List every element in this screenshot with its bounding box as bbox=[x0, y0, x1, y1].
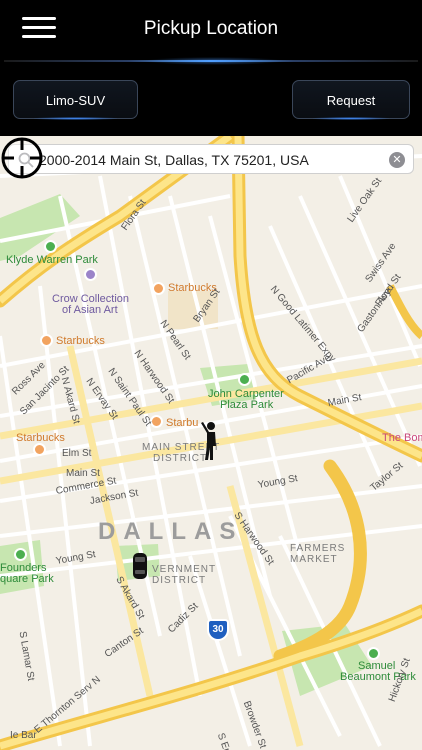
park-icon bbox=[44, 240, 57, 253]
street-label: Main St bbox=[66, 468, 100, 479]
park-icon bbox=[238, 373, 251, 386]
map-label: quare Park bbox=[0, 573, 54, 585]
district-label: MARKET bbox=[290, 554, 338, 565]
coffee-icon bbox=[152, 282, 165, 295]
vehicle-type-button[interactable]: Limo-SUV bbox=[13, 80, 138, 120]
address-text: 2000-2014 Main St, Dallas, TX 75201, USA bbox=[39, 152, 309, 168]
district-label: DISTRICT bbox=[152, 575, 207, 586]
map-label: Starbu bbox=[166, 417, 199, 429]
pickup-person-icon[interactable] bbox=[198, 420, 224, 462]
interstate-shield-icon: 30 bbox=[207, 619, 229, 641]
map-label: Plaza Park bbox=[220, 399, 274, 411]
map-label: of Asian Art bbox=[62, 304, 118, 316]
park-icon bbox=[367, 647, 380, 660]
page-title: Pickup Location bbox=[143, 18, 279, 39]
park-icon bbox=[14, 548, 27, 561]
museum-icon bbox=[84, 268, 97, 281]
street-label: Ie Bar bbox=[10, 730, 37, 741]
street-label: Elm St bbox=[62, 448, 92, 459]
coffee-icon bbox=[40, 334, 53, 347]
header-divider bbox=[4, 57, 418, 65]
district-label: FARMERS bbox=[290, 543, 346, 554]
clear-icon[interactable]: ✕ bbox=[389, 152, 405, 168]
city-label: DALLAS bbox=[98, 518, 244, 545]
request-button[interactable]: Request bbox=[292, 80, 410, 120]
car-icon[interactable] bbox=[132, 552, 148, 580]
map-label: The Bom bbox=[382, 432, 422, 444]
map-label: Klyde Warren Park bbox=[6, 254, 98, 266]
top-bar: Pickup Location Limo-SUV Request bbox=[0, 0, 422, 136]
district-label: VERNMENT bbox=[152, 564, 217, 575]
crosshair-locate-icon[interactable] bbox=[0, 136, 44, 180]
coffee-icon bbox=[33, 443, 46, 456]
map-view[interactable]: 2000-2014 Main St, Dallas, TX 75201, USA… bbox=[0, 136, 422, 750]
map-label: Starbucks bbox=[16, 432, 65, 444]
address-search-field[interactable]: 2000-2014 Main St, Dallas, TX 75201, USA… bbox=[8, 144, 414, 174]
map-label: Starbucks bbox=[56, 335, 105, 347]
